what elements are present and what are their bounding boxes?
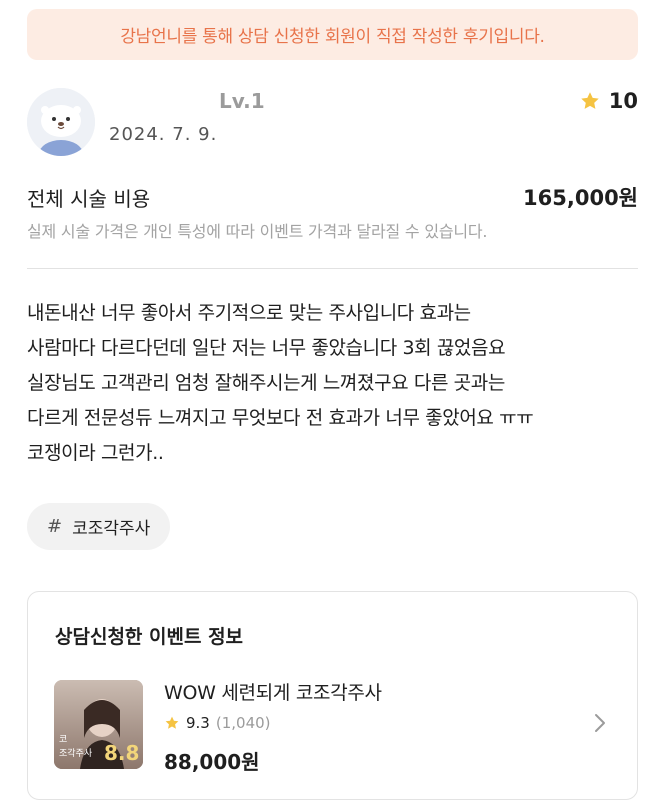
tag-label: 코조각주사 — [72, 519, 151, 539]
chevron-right-icon[interactable] — [593, 712, 607, 734]
thumb-price: 8.8 — [104, 741, 139, 765]
event-price: 88,000원 — [164, 750, 260, 774]
otter-avatar-icon — [27, 88, 95, 156]
review-line: 실장님도 고객관리 엄청 잘해주시는게 느껴졌구요 다른 곳과는 — [27, 372, 505, 394]
rating-value: 10 — [608, 89, 638, 113]
notice-text: 강남언니를 통해 상담 신청한 회원이 직접 작성한 후기입니다. — [120, 27, 545, 47]
total-cost-label: 전체 시술 비용 — [27, 187, 151, 211]
hash-icon: # — [47, 516, 63, 537]
event-name: WOW 세련되게 코조각주사 — [164, 682, 382, 704]
review-line: 사람마다 다르다던데 일단 저는 너무 좋았습니다 3회 끊었음요 — [27, 337, 506, 359]
review-line: 코쟁이라 그런가.. — [27, 442, 164, 464]
event-review-count: (1,040) — [215, 714, 271, 732]
review-line: 내돈내산 너무 좋아서 주기적으로 맞는 주사입니다 효과는 — [27, 302, 471, 324]
avatar[interactable] — [27, 88, 95, 156]
review-notice-banner: 강남언니를 통해 상담 신청한 회원이 직접 작성한 후기입니다. — [27, 9, 638, 60]
user-level: Lv.1 — [219, 89, 265, 113]
treatment-tag[interactable]: # 코조각주사 — [27, 503, 171, 550]
total-cost-value: 165,000원 — [523, 186, 638, 210]
review-rating: 10 — [579, 89, 638, 113]
event-score: 9.3 — [186, 714, 210, 732]
review-date: 2024. 7. 9. — [109, 124, 218, 145]
event-info-card[interactable]: 상담신청한 이벤트 정보 코 조각주사 8.8 WOW 세련되게 코조각주사 9… — [27, 591, 638, 800]
event-thumbnail[interactable]: 코 조각주사 8.8 — [54, 680, 143, 769]
review-line: 다르게 전문성듀 느껴지고 무엇보다 전 효과가 너무 좋았어요 ㅠㅠ — [27, 407, 534, 429]
event-thumbnail-image: 코 조각주사 8.8 — [54, 680, 143, 769]
thumb-line1: 코 — [59, 735, 67, 745]
star-icon — [165, 716, 179, 729]
event-rating: 9.3 (1,040) — [164, 714, 271, 732]
divider — [27, 268, 638, 269]
cost-disclaimer: 실제 시술 가격은 개인 특성에 따라 이벤트 가격과 달라질 수 있습니다. — [27, 222, 488, 241]
event-section-title: 상담신청한 이벤트 정보 — [55, 626, 244, 648]
review-body: 내돈내산 너무 좋아서 주기적으로 맞는 주사입니다 효과는 사람마다 다르다던… — [27, 296, 647, 471]
thumb-line2: 조각주사 — [59, 747, 93, 759]
star-icon — [581, 92, 599, 109]
